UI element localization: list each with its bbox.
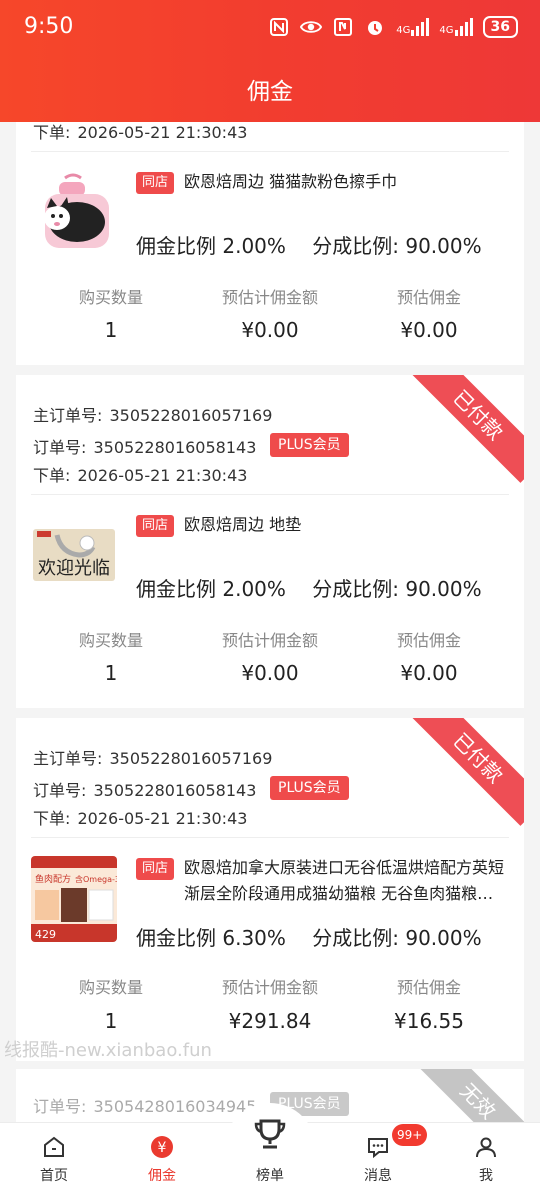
divider bbox=[31, 151, 509, 152]
thumbnail-text: 欢迎光临 bbox=[38, 558, 110, 579]
est-commission-label: 预估佣金 bbox=[396, 288, 461, 307]
divider bbox=[31, 494, 509, 495]
est-amount-value: ¥0.00 bbox=[241, 318, 299, 342]
order-card[interactable]: 下单: 2026-05-21 21:30:43 同店 欧恩焙周边 猫猫款粉色擦手… bbox=[16, 122, 524, 365]
main-order-line: 主订单号: 3505228016057169 bbox=[33, 406, 273, 425]
est-commission-value: ¥0.00 bbox=[400, 661, 458, 685]
person-icon bbox=[474, 1135, 498, 1159]
svg-text:¥: ¥ bbox=[158, 1140, 167, 1156]
placed-time-line: 下单: 2026-05-21 21:30:43 bbox=[33, 123, 248, 142]
share-rate: 分成比例: 90.00% bbox=[312, 926, 482, 950]
rate-line: 佣金比例 6.30% 分成比例: 90.00% bbox=[136, 922, 502, 951]
qty-label: 购买数量 bbox=[78, 288, 143, 307]
order-card[interactable]: 已付款 主订单号: 3505228016057169 订单号: 35052280… bbox=[16, 718, 524, 1061]
status-bar: 9:50 4G 4G 36 bbox=[0, 0, 540, 56]
home-icon bbox=[42, 1135, 66, 1159]
est-amount-label: 预估计佣金额 bbox=[221, 631, 318, 650]
alarm-icon bbox=[364, 16, 386, 38]
divider bbox=[31, 837, 509, 838]
order-card[interactable]: 已付款 主订单号: 3505228016057169 订单号: 35052280… bbox=[16, 375, 524, 708]
qty-label: 购买数量 bbox=[78, 978, 143, 997]
order-number[interactable]: 3505428016034945 bbox=[94, 1097, 257, 1116]
n-icon bbox=[332, 16, 354, 38]
plus-member-badge: PLUS会员 bbox=[270, 433, 349, 457]
message-icon bbox=[366, 1135, 390, 1159]
plus-member-badge: PLUS会员 bbox=[270, 776, 349, 800]
product-name[interactable]: 欧恩焙周边 猫猫款粉色擦手巾 bbox=[184, 169, 509, 195]
thumbnail-text-2: 含Omega-3 bbox=[75, 874, 117, 884]
qty-label: 购买数量 bbox=[78, 631, 143, 650]
battery-icon: 36 bbox=[482, 16, 518, 38]
trophy-icon bbox=[253, 1117, 287, 1151]
watermark: 线报酷-new.xianbao.fun bbox=[4, 1040, 212, 1061]
product-name[interactable]: 欧恩焙加拿大原装进口无谷低温烘焙配方英短渐层全阶段通用成猫幼猫粮 无谷鱼肉猫粮… bbox=[184, 855, 509, 907]
est-commission-label: 预估佣金 bbox=[396, 631, 461, 650]
rate-line: 佣金比例 2.00% 分成比例: 90.00% bbox=[136, 573, 502, 602]
placed-time-line: 下单: 2026-05-21 21:30:43 bbox=[33, 466, 248, 485]
rate-line: 佣金比例 2.00% 分成比例: 90.00% bbox=[136, 230, 502, 259]
bottom-nav: 首页 ¥ 佣金 榜单 消息 我 bbox=[0, 1103, 540, 1191]
status-icons: 4G 4G 36 bbox=[268, 16, 518, 38]
network-4g-2: 4G bbox=[439, 18, 473, 36]
est-amount-label: 预估计佣金额 bbox=[221, 978, 318, 997]
est-commission-label: 预估佣金 bbox=[396, 978, 461, 997]
product-thumbnail[interactable] bbox=[31, 170, 117, 256]
share-rate: 分成比例: 90.00% bbox=[312, 234, 482, 258]
same-shop-tag: 同店 bbox=[136, 515, 175, 537]
nav-home[interactable]: 首页 bbox=[0, 1123, 108, 1191]
yen-coin-icon: ¥ bbox=[150, 1135, 174, 1159]
status-ribbon-invalid: 无效 bbox=[410, 1069, 524, 1129]
est-amount-value: ¥0.00 bbox=[241, 661, 299, 685]
main-order-number[interactable]: 3505228016057169 bbox=[110, 406, 273, 425]
est-commission-value: ¥0.00 bbox=[400, 318, 458, 342]
main-order-line: 主订单号: 3505228016057169 bbox=[33, 749, 273, 768]
nav-ranking[interactable]: 榜单 bbox=[216, 1119, 324, 1191]
qty-value: 1 bbox=[104, 1009, 118, 1033]
main-order-number[interactable]: 3505228016057169 bbox=[110, 749, 273, 768]
nav-me[interactable]: 我 bbox=[432, 1123, 540, 1191]
nav-commission[interactable]: ¥ 佣金 bbox=[108, 1123, 216, 1191]
same-shop-tag: 同店 bbox=[136, 858, 175, 880]
product-thumbnail[interactable]: 欢迎光临 bbox=[31, 513, 117, 599]
order-number[interactable]: 3505228016058143 bbox=[94, 438, 257, 457]
same-shop-tag: 同店 bbox=[136, 172, 175, 194]
status-ribbon-paid: 已付款 bbox=[410, 375, 524, 483]
network-4g-1: 4G bbox=[396, 18, 430, 36]
share-rate: 分成比例: 90.00% bbox=[312, 577, 482, 601]
messages-badge: 99+ bbox=[392, 1124, 428, 1146]
app-header: 9:50 4G 4G 36 佣金 bbox=[0, 0, 540, 122]
est-commission-value: ¥16.55 bbox=[394, 1009, 464, 1033]
commission-rate: 佣金比例 6.30% bbox=[136, 926, 286, 950]
product-thumbnail[interactable]: 鱼肉配方 含Omega-3 429 bbox=[31, 856, 117, 942]
qty-value: 1 bbox=[104, 661, 118, 685]
placed-time-line: 下单: 2026-05-21 21:30:43 bbox=[33, 809, 248, 828]
page-title: 佣金 bbox=[247, 79, 293, 105]
est-amount-value: ¥291.84 bbox=[228, 1009, 312, 1033]
thumbnail-text-1: 鱼肉配方 bbox=[35, 873, 71, 885]
thumbnail-text-3: 429 bbox=[35, 928, 56, 941]
qty-value: 1 bbox=[104, 318, 118, 342]
status-time: 9:50 bbox=[24, 14, 74, 39]
product-name[interactable]: 欧恩焙周边 地垫 bbox=[184, 512, 509, 538]
nfc-icon bbox=[268, 16, 290, 38]
est-amount-label: 预估计佣金额 bbox=[221, 288, 318, 307]
commission-rate: 佣金比例 2.00% bbox=[136, 234, 286, 258]
commission-rate: 佣金比例 2.00% bbox=[136, 577, 286, 601]
order-line: 订单号: 3505228016058143 bbox=[33, 781, 257, 800]
eye-icon bbox=[300, 16, 323, 38]
order-number[interactable]: 3505228016058143 bbox=[94, 781, 257, 800]
status-ribbon-paid: 已付款 bbox=[410, 718, 524, 826]
order-line: 订单号: 3505428016034945 bbox=[33, 1097, 257, 1116]
order-line: 订单号: 3505228016058143 bbox=[33, 438, 257, 457]
